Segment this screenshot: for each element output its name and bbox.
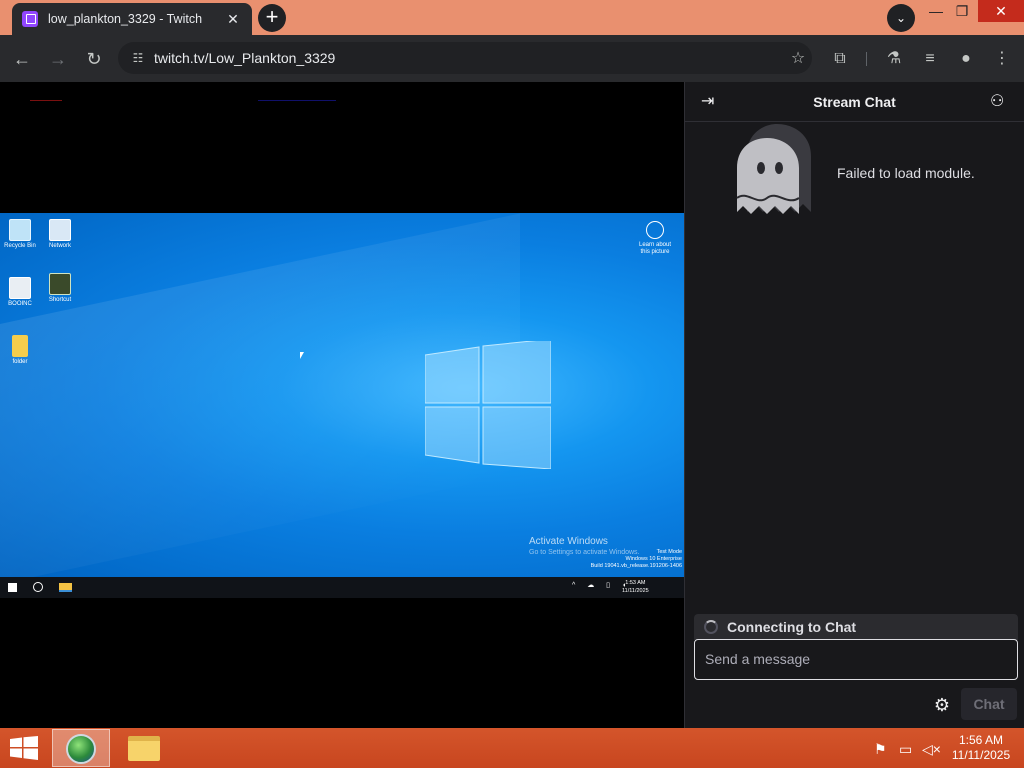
arrow-right-icon[interactable]: →	[44, 45, 72, 73]
chat-title: Stream Chat	[813, 94, 896, 110]
camera-icon	[646, 221, 664, 239]
taskbar-clock[interactable]: 1:56 AM 11/11/2025	[950, 733, 1012, 763]
browser-tab[interactable]: low_plankton_3329 - Twitch ✕	[12, 3, 252, 35]
tune-icon[interactable]: ☷	[128, 48, 148, 68]
windows-logo-icon	[425, 341, 551, 469]
streamed-clock: 1:53 AM 11/11/2025	[622, 579, 649, 595]
network-icon	[49, 219, 71, 241]
restore-button[interactable]: ❐	[944, 0, 980, 22]
streamed-desktop: Recycle Bin Network BOOINC Shortcut fold…	[0, 213, 684, 577]
flask-icon[interactable]: ⚗	[880, 45, 908, 73]
network-icon[interactable]: ▭	[899, 741, 912, 758]
desktop-icon-label: folder	[12, 359, 28, 365]
taskbar-file-explorer[interactable]	[115, 729, 173, 767]
volume-muted-icon[interactable]: ◁×	[922, 741, 941, 758]
browser-title-bar: low_plankton_3329 - Twitch ✕ + ⌄ — ❐ ✕	[0, 0, 1024, 35]
windows-start-icon	[8, 583, 17, 592]
activate-windows-title: Activate Windows	[529, 536, 608, 547]
error-message: Failed to load module.	[837, 165, 975, 181]
video-artifact	[30, 100, 62, 101]
recycle-bin-icon	[9, 219, 31, 241]
connecting-banner: Connecting to Chat	[694, 614, 1018, 640]
close-icon[interactable]: ✕	[224, 10, 242, 28]
window-close-button[interactable]: ✕	[978, 0, 1024, 22]
plus-icon[interactable]: +	[258, 4, 286, 32]
windows-start-icon[interactable]	[10, 736, 38, 760]
star-icon[interactable]: ☆	[784, 48, 812, 68]
chat-panel: ⇥ Stream Chat ⚇ Failed to load module. C…	[684, 82, 1024, 728]
learn-about-label: Learn about this picture	[638, 242, 672, 255]
mouse-cursor-icon	[300, 352, 304, 359]
address-bar[interactable]: ☷ twitch.tv/Low_Plankton_3329 ☆	[118, 42, 812, 74]
arrow-left-icon[interactable]: ←	[8, 45, 36, 73]
connecting-label: Connecting to Chat	[727, 619, 857, 635]
browser-toolbar: ← → ↻ ☷ twitch.tv/Low_Plankton_3329 ☆ ⧉ …	[0, 35, 1024, 82]
taskbar-browser-app[interactable]	[52, 729, 110, 767]
desktop-icon-label: BOOINC	[8, 301, 32, 307]
streamed-clock-date: 11/11/2025	[622, 588, 649, 594]
video-player[interactable]: Recycle Bin Network BOOINC Shortcut fold…	[0, 82, 684, 728]
clock-time: 1:56 AM	[958, 733, 1004, 747]
desktop-icon-label: Network	[48, 243, 71, 249]
chevron-down-icon[interactable]: ⌄	[887, 4, 915, 32]
search-icon	[33, 582, 43, 592]
kebab-menu-icon[interactable]: ⋮	[988, 45, 1016, 73]
reload-icon[interactable]: ↻	[80, 45, 108, 73]
video-artifact	[258, 100, 336, 101]
streamed-clock-time: 1:53 AM	[625, 580, 646, 586]
folder-icon	[12, 335, 28, 357]
send-chat-button[interactable]: Chat	[961, 688, 1017, 720]
folder-icon	[128, 736, 160, 761]
learn-about-picture[interactable]: Learn about this picture	[634, 221, 676, 256]
desktop-icon-label: Recycle Bin	[4, 243, 36, 249]
person-icon[interactable]: ●	[952, 45, 980, 73]
windows-taskbar: ⚑ ▭ ◁× 1:56 AM 11/11/2025	[0, 728, 1024, 768]
build-label: Build 19041.vb_release.191206-1406	[590, 563, 682, 569]
globe-icon	[66, 734, 96, 764]
test-mode-label: Test Mode	[656, 549, 682, 555]
booinc-icon	[9, 277, 31, 299]
file-explorer-icon	[59, 583, 72, 592]
tab-title: low_plankton_3329 - Twitch	[48, 12, 203, 26]
queue-music-icon[interactable]: ≡	[916, 45, 944, 73]
streamed-taskbar: ^ ☁ ▯ ◖ 1:53 AM 11/11/2025	[0, 577, 684, 598]
desktop-icon-folder[interactable]: folder	[0, 335, 44, 366]
toolbar-divider	[866, 52, 867, 66]
edition-label: Windows 10 Enterprise	[625, 556, 682, 562]
chat-message-input[interactable]: Send a message	[694, 639, 1018, 680]
puzzle-icon[interactable]: ⧉	[826, 45, 854, 73]
clock-date: 11/11/2025	[951, 748, 1011, 762]
twitch-icon	[22, 11, 38, 27]
desktop-icon-network[interactable]: Network	[36, 219, 84, 250]
desktop-icon-label: Shortcut	[48, 297, 72, 303]
desktop-icon-shortcut[interactable]: Shortcut	[36, 273, 84, 304]
gear-icon[interactable]: ⚙	[931, 694, 953, 716]
action-center-flag-icon[interactable]: ⚑	[874, 741, 887, 758]
url-text[interactable]: twitch.tv/Low_Plankton_3329	[154, 50, 784, 66]
community-icon[interactable]: ⚇	[990, 93, 1012, 111]
shortcut-icon	[49, 273, 71, 295]
test-mode-watermark: Test Mode Windows 10 Enterprise Build 19…	[591, 549, 682, 570]
spinner-icon	[704, 620, 718, 634]
chat-header: ⇥ Stream Chat ⚇	[685, 82, 1024, 122]
ghost-icon	[736, 124, 811, 214]
